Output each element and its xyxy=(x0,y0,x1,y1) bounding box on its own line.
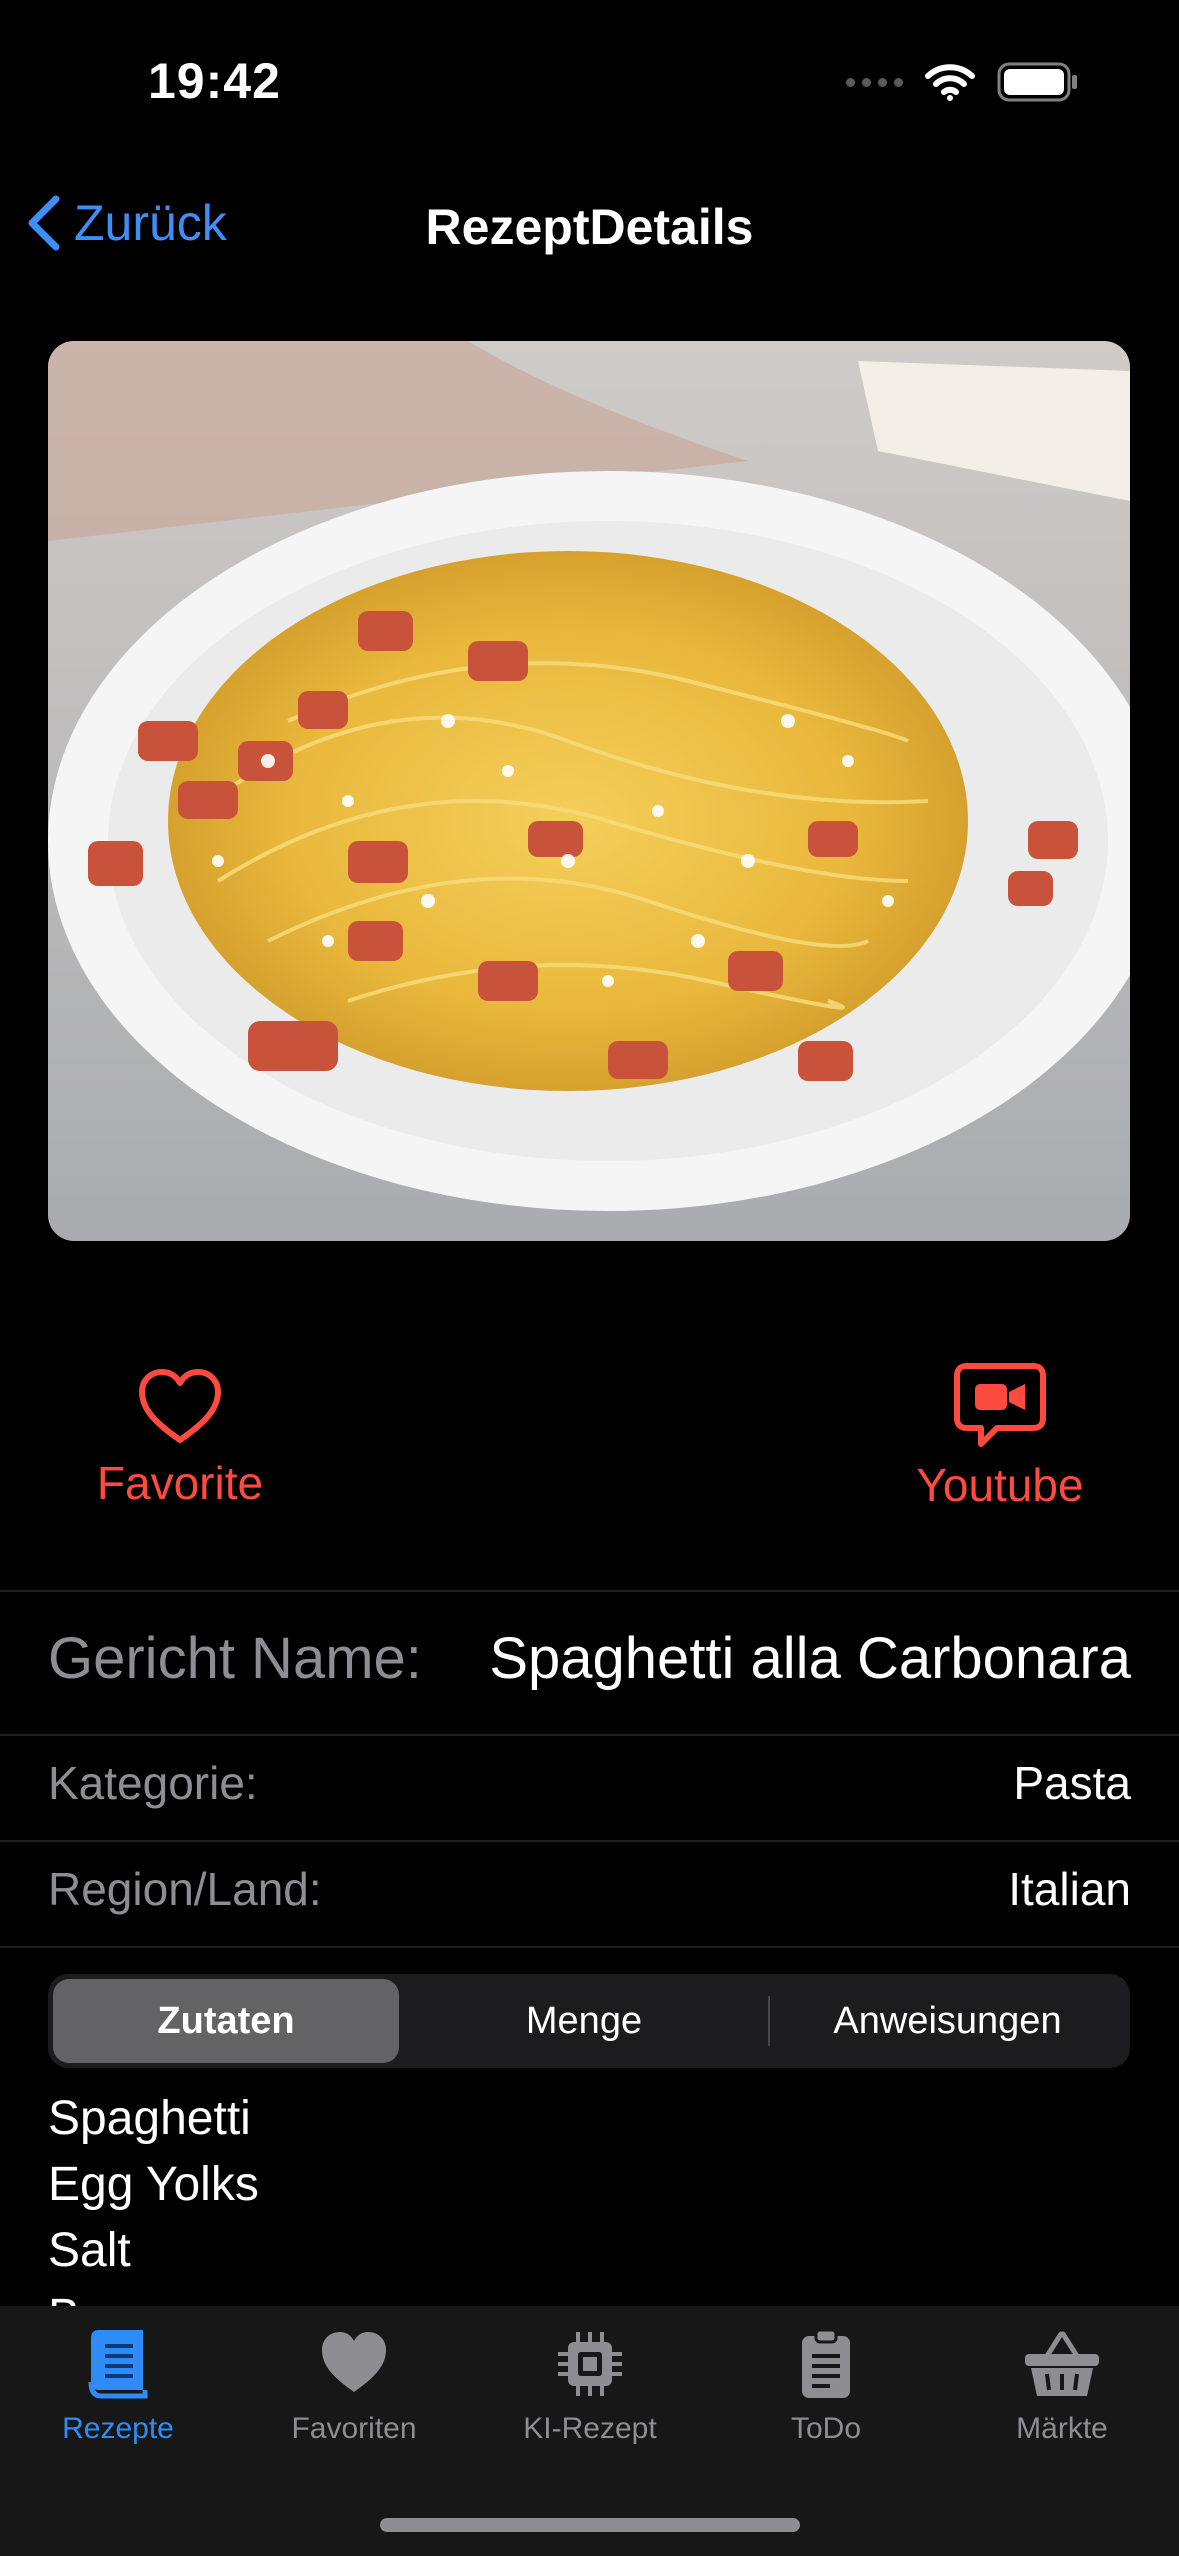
segment-zutaten[interactable]: Zutaten xyxy=(53,1979,399,2063)
ingredient-item: Bacon xyxy=(48,2284,1130,2306)
video-bubble-icon xyxy=(954,1363,1046,1447)
category-label: Kategorie: xyxy=(48,1757,258,1809)
divider xyxy=(0,1946,1179,1948)
tab-label: ToDo xyxy=(790,2412,862,2445)
tab-todo[interactable]: ToDo xyxy=(708,2326,944,2446)
favorite-button[interactable]: Favorite xyxy=(60,1368,300,1510)
recipe-image xyxy=(48,341,1130,1241)
segment-anweisungen[interactable]: Anweisungen xyxy=(770,1979,1125,2063)
tab-favoriten[interactable]: Favoriten xyxy=(236,2326,472,2446)
dish-name-label: Gericht Name: xyxy=(48,1626,422,1691)
basket-icon xyxy=(1025,2331,1099,2396)
chip-icon xyxy=(558,2332,622,2396)
tab-maerkte[interactable]: Märkte xyxy=(944,2326,1179,2446)
divider xyxy=(0,1840,1179,1842)
book-icon xyxy=(88,2330,148,2399)
favorite-button-label: Favorite xyxy=(96,1457,264,1509)
divider xyxy=(0,1590,1179,1592)
heart-icon xyxy=(322,2332,386,2392)
youtube-button[interactable]: Youtube xyxy=(880,1362,1120,1512)
segmented-control: Zutaten Menge Anweisungen xyxy=(48,1974,1130,2068)
ingredient-item: Spaghetti xyxy=(48,2092,251,2145)
cellular-icon xyxy=(846,77,903,87)
tab-label: KI-Rezept xyxy=(523,2412,657,2445)
dish-name-value: Spaghetti alla Carbonara xyxy=(489,1626,1131,1691)
clipboard-icon xyxy=(802,2328,850,2398)
ingredients-list: Spaghetti Egg Yolks Salt Bacon xyxy=(48,2086,1130,2306)
ingredient-item: Salt xyxy=(48,2224,131,2277)
tab-label: Rezepte xyxy=(62,2412,174,2445)
status-indicators xyxy=(846,62,1079,102)
category-value: Pasta xyxy=(1013,1757,1131,1809)
tab-label: Märkte xyxy=(1016,2412,1108,2445)
tab-rezepte[interactable]: Rezepte xyxy=(0,2326,236,2446)
region-value: Italian xyxy=(1008,1863,1131,1915)
segment-menge[interactable]: Menge xyxy=(408,1979,760,2063)
page-title: RezeptDetails xyxy=(425,199,754,255)
tab-ki-rezept[interactable]: KI-Rezept xyxy=(472,2326,708,2446)
home-indicator xyxy=(380,2518,800,2532)
youtube-button-label: Youtube xyxy=(916,1459,1084,1511)
heart-outline-icon xyxy=(139,1369,221,1443)
battery-icon xyxy=(997,62,1077,102)
tab-label: Favoriten xyxy=(291,2412,417,2445)
divider xyxy=(0,1734,1179,1736)
wifi-icon xyxy=(925,64,975,101)
region-label: Region/Land: xyxy=(48,1863,322,1915)
status-time: 19:42 xyxy=(148,53,281,109)
ingredient-item: Egg Yolks xyxy=(48,2158,259,2211)
